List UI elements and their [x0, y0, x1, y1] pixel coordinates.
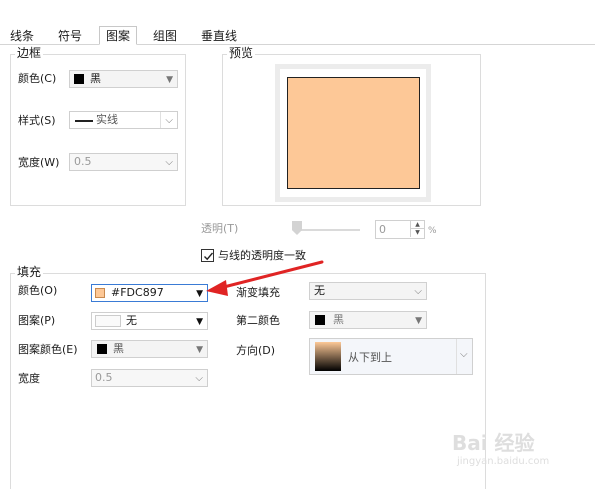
border-color-value: 黑	[90, 72, 101, 85]
chevron-down-icon: ⌵	[165, 115, 173, 126]
preview-fill-rect	[287, 77, 420, 189]
fill-color-value: #FDC897	[111, 286, 164, 299]
watermark-url: jingyan.baidu.com	[457, 456, 550, 467]
chevron-down-icon: ▼	[166, 75, 173, 85]
pattern-color-label: 图案颜色(E)	[18, 343, 78, 356]
direction-label: 方向(D)	[236, 344, 276, 357]
direction-value: 从下到上	[348, 351, 392, 364]
pattern-color-value: 黑	[113, 342, 124, 355]
fill-pattern-label: 图案(P)	[18, 314, 56, 327]
chevron-down-icon: ⌵	[165, 157, 173, 168]
chevron-down-icon: ⌵	[460, 349, 468, 360]
tab-vertical-line[interactable]: 垂直线	[195, 28, 243, 45]
border-color-label: 颜色(C)	[18, 72, 57, 85]
pattern-color-select[interactable]: 黑 ▼	[91, 340, 208, 358]
border-style-label: 样式(S)	[18, 114, 56, 127]
second-color-value: 黑	[333, 313, 344, 326]
transparency-unit: %	[428, 226, 437, 236]
color-swatch-icon	[95, 288, 105, 298]
border-style-select[interactable]: 实线 ⌵	[69, 111, 178, 129]
transparency-spinbox[interactable]: 0 ▲ ▼	[375, 220, 425, 239]
border-color-select[interactable]: 黑 ▼	[69, 70, 178, 88]
chevron-down-icon: ⌵	[195, 373, 203, 384]
border-style-value: 实线	[96, 113, 118, 126]
spin-up-icon[interactable]: ▲	[410, 221, 424, 229]
border-legend: 边框	[15, 46, 44, 60]
chevron-down-icon: ⌵	[414, 286, 422, 297]
tab-pattern[interactable]: 图案	[99, 26, 138, 45]
chevron-down-icon: ▼	[196, 345, 203, 355]
fill-width-select[interactable]: 0.5 ⌵	[91, 369, 208, 387]
fill-width-value: 0.5	[95, 371, 113, 384]
black-swatch-icon	[315, 315, 325, 325]
black-swatch-icon	[74, 74, 84, 84]
gradient-direction-icon	[315, 342, 341, 371]
transparency-slider-track[interactable]	[298, 229, 360, 231]
transparency-value: 0	[379, 223, 386, 236]
pattern-preview-icon	[95, 315, 121, 327]
fill-color-label: 颜色(O)	[18, 284, 58, 297]
fill-pattern-select[interactable]: 无 ▼	[91, 312, 208, 330]
tab-strip-divider	[0, 44, 595, 45]
fill-width-label: 宽度	[18, 372, 40, 385]
combo-divider	[160, 112, 161, 128]
border-width-select[interactable]: 0.5 ⌵	[69, 153, 178, 171]
spin-down-icon[interactable]: ▼	[410, 229, 424, 237]
transparency-label: 透明(T)	[201, 222, 239, 235]
tab-group[interactable]: 组图	[147, 28, 183, 45]
second-color-select[interactable]: 黑 ▼	[309, 311, 427, 329]
border-width-value: 0.5	[74, 155, 92, 168]
chevron-down-icon: ▼	[196, 317, 203, 327]
fill-legend: 填充	[15, 265, 44, 279]
tab-line[interactable]: 线条	[4, 28, 40, 45]
combo-divider	[456, 339, 457, 374]
second-color-label: 第二颜色	[236, 314, 280, 327]
border-width-label: 宽度(W)	[18, 156, 60, 169]
watermark-logo: Bai 经验	[452, 431, 535, 455]
tab-symbol[interactable]: 符号	[52, 28, 88, 45]
annotation-arrow-icon	[206, 260, 324, 296]
direction-select[interactable]: 从下到上 ⌵	[309, 338, 473, 375]
chevron-down-icon: ▼	[415, 316, 422, 326]
solid-line-icon	[75, 120, 93, 122]
fill-pattern-value: 无	[126, 314, 137, 327]
preview-legend: 预览	[227, 46, 256, 60]
black-swatch-icon	[97, 344, 107, 354]
transparency-slider-thumb[interactable]	[292, 221, 302, 235]
